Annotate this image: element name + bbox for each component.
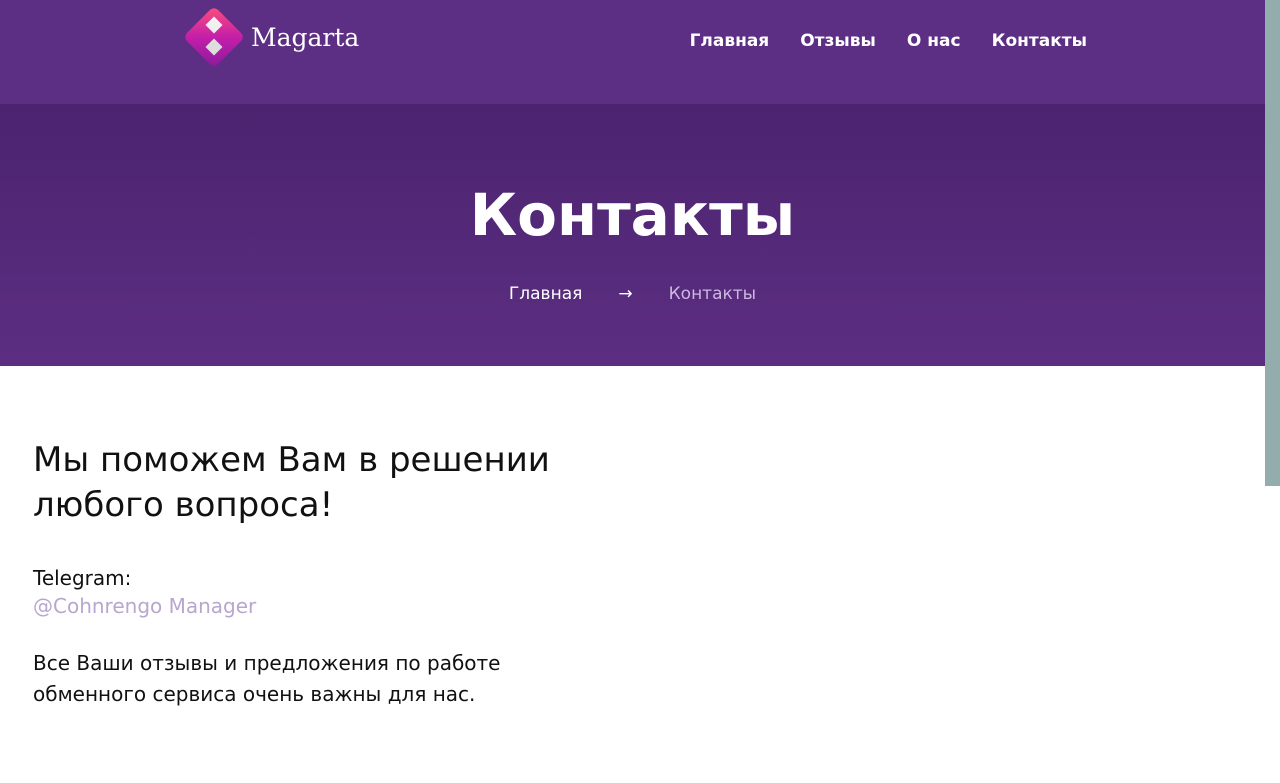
feedback-note: Все Ваши отзывы и предложения по работе … [33,651,501,706]
nav-contacts[interactable]: Контакты [992,31,1087,51]
contact-heading: Мы поможем Вам в решении любого вопроса! [33,440,550,525]
logo-text: Magarta [251,22,360,52]
logo[interactable]: Magarta [182,5,360,69]
contact-section: Мы поможем Вам в решении любого вопроса!… [33,438,593,710]
site-header: Magarta Главная Отзывы О нас Контакты [0,0,1265,104]
scrollbar[interactable] [1265,0,1280,783]
telegram-link[interactable]: @Cohnrengo Manager [33,594,593,618]
breadcrumb-separator: → [618,284,633,304]
nav-home[interactable]: Главная [690,31,770,51]
breadcrumb-home[interactable]: Главная [509,284,582,304]
breadcrumb: Главная → Контакты [0,284,1265,304]
nav-reviews[interactable]: Отзывы [800,31,876,51]
hero-banner: Контакты Главная → Контакты [0,104,1265,366]
nav-about[interactable]: О нас [907,31,961,51]
main-nav: Главная Отзывы О нас Контакты [690,31,1087,51]
scrollbar-thumb[interactable] [1265,0,1280,486]
page-title: Контакты [469,181,796,249]
breadcrumb-current: Контакты [668,284,757,304]
logo-icon [182,5,246,69]
telegram-label: Telegram: [33,566,132,590]
